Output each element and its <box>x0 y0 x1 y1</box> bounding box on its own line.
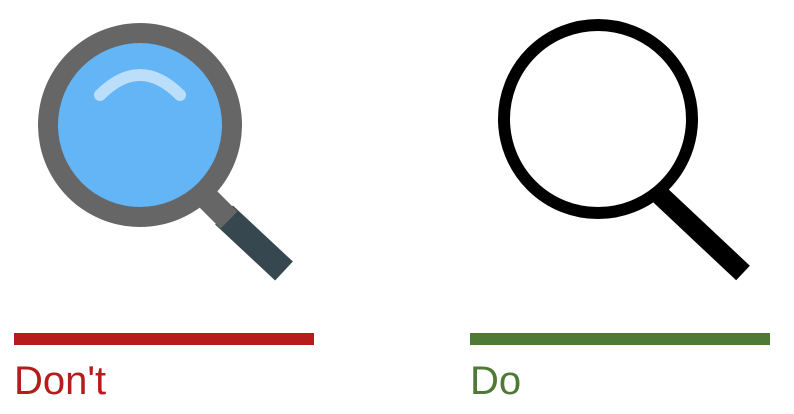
dont-underline <box>14 333 314 345</box>
dont-label: Don't <box>14 359 107 403</box>
do-label: Do <box>470 359 522 403</box>
do-underline <box>470 333 770 345</box>
dont-panel: Don't <box>14 0 314 414</box>
do-panel: Do <box>470 0 770 414</box>
magnifying-glass-outline-icon <box>470 15 770 290</box>
magnifying-glass-color-icon <box>14 15 314 290</box>
